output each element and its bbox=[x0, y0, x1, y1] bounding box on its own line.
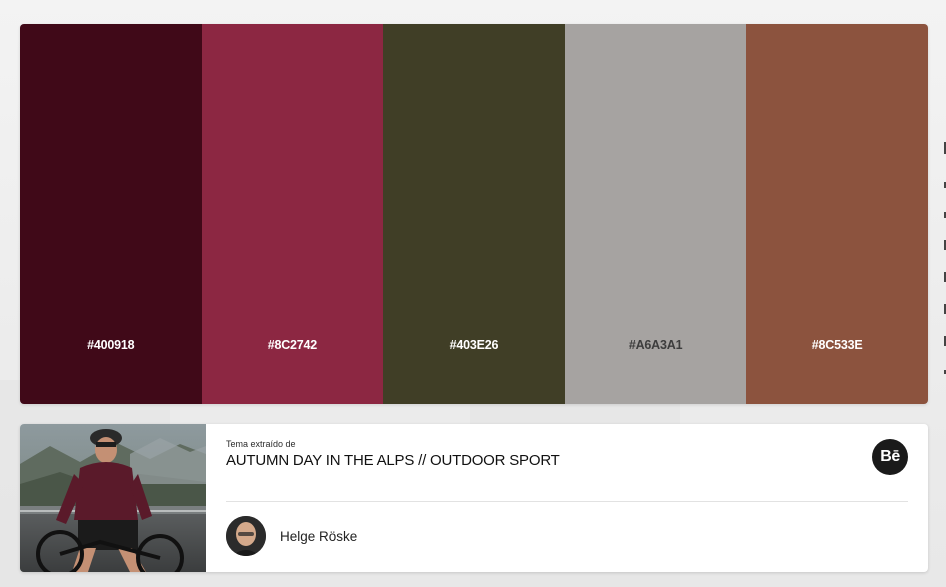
author-avatar[interactable] bbox=[226, 516, 266, 556]
avatar-photo bbox=[226, 516, 266, 556]
side-panel-clipped bbox=[938, 130, 946, 380]
swatch-hex-label: #8C533E bbox=[811, 338, 863, 352]
source-caption: Tema extraído de bbox=[226, 439, 296, 449]
swatch-hex-label: #400918 bbox=[87, 338, 135, 352]
swatch-hex-label: #8C2742 bbox=[267, 338, 318, 352]
swatch-4[interactable]: #A6A3A1 bbox=[564, 24, 747, 404]
author-name-link[interactable]: Helge Röske bbox=[280, 529, 357, 544]
behance-icon[interactable]: Bē bbox=[872, 439, 908, 475]
source-card: Tema extraído de AUTUMN DAY IN THE ALPS … bbox=[20, 424, 928, 572]
divider bbox=[226, 501, 908, 502]
swatch-5[interactable]: #8C533E bbox=[746, 24, 928, 404]
cyclist-photo bbox=[20, 424, 206, 572]
swatch-hex-label: #A6A3A1 bbox=[628, 338, 683, 352]
color-palette: #400918 #8C2742 #403E26 #A6A3A1 #8C533E bbox=[20, 24, 928, 404]
swatch-3[interactable]: #403E26 bbox=[383, 24, 565, 404]
swatch-hex-label: #403E26 bbox=[449, 338, 499, 352]
swatch-2[interactable]: #8C2742 bbox=[201, 24, 384, 404]
source-thumbnail[interactable] bbox=[20, 424, 206, 572]
source-title-link[interactable]: AUTUMN DAY IN THE ALPS // OUTDOOR SPORT bbox=[226, 452, 560, 469]
swatch-1[interactable]: #400918 bbox=[20, 24, 202, 404]
